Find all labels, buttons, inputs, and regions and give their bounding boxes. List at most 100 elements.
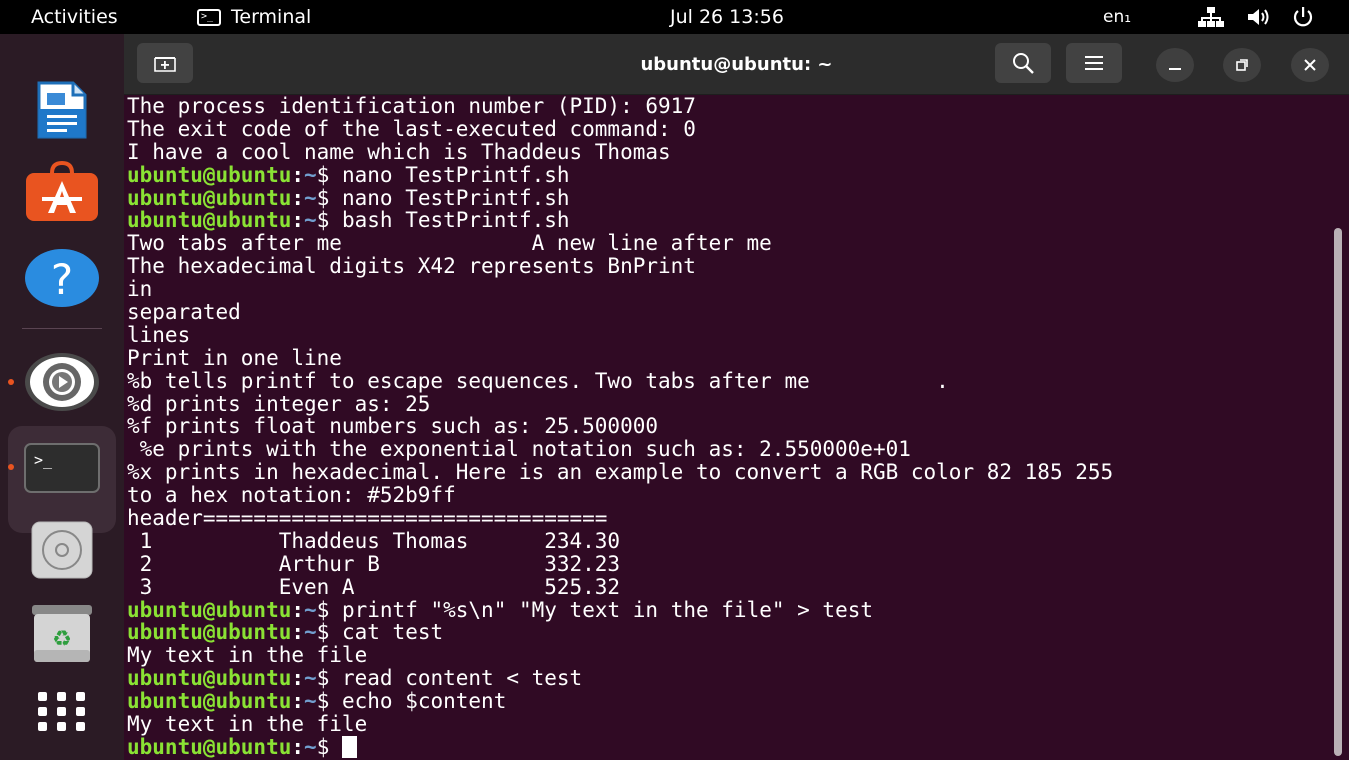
prompt-symbol: $ — [316, 666, 342, 691]
prompt-symbol: $ — [316, 689, 342, 714]
prompt-colon: : — [291, 162, 305, 187]
prompt-line: ubuntu@ubuntu:~$ cat test — [127, 621, 1327, 644]
output-text: header================================ — [127, 506, 608, 531]
output-text: %e prints with the exponential notation … — [127, 437, 911, 462]
output-text: The hexadecimal digits X42 represents Bn… — [127, 254, 696, 279]
command-text: bash TestPrintf.sh — [341, 208, 570, 233]
system-menu[interactable] — [1198, 0, 1314, 34]
output-text: The process identification number (PID):… — [127, 95, 696, 118]
output-line: %d prints integer as: 25 — [127, 391, 1327, 416]
menu-button[interactable] — [1066, 43, 1122, 83]
output-text: I have a cool name which is Thaddeus Tho… — [127, 139, 671, 164]
prompt-symbol: $ — [316, 208, 342, 233]
dock-item-help[interactable]: ? — [24, 240, 100, 316]
prompt-colon: : — [291, 734, 305, 759]
header-bar[interactable]: ubuntu@ubuntu: ~ — [124, 34, 1349, 95]
dock-item-disc[interactable] — [24, 512, 100, 588]
search-icon — [1013, 53, 1034, 74]
output-text: lines — [127, 322, 191, 347]
prompt-colon: : — [291, 185, 305, 210]
input-language-button[interactable]: en₁ — [1103, 0, 1131, 34]
dock-item-show-apps[interactable] — [24, 674, 100, 750]
ubuntu-software-icon — [26, 161, 98, 221]
prompt-user: ubuntu@ubuntu — [127, 597, 292, 622]
output-line: My text in the file — [127, 713, 1327, 736]
new-tab-button[interactable] — [137, 43, 193, 83]
output-text: %b tells printf to escape sequences. Two… — [127, 368, 949, 393]
clock-button[interactable]: Jul 26 13:56 — [670, 0, 784, 34]
output-line: lines — [127, 322, 1327, 347]
output-line: header================================ — [127, 507, 1327, 530]
new-tab-icon — [154, 57, 176, 72]
output-line: separated — [127, 301, 1327, 324]
dock-item-trash[interactable]: ♻ — [24, 596, 100, 672]
output-text: My text in the file — [127, 643, 368, 668]
close-button[interactable] — [1291, 48, 1329, 82]
output-text: %x prints in hexadecimal. Here is an exa… — [127, 460, 1114, 485]
volume-icon — [1248, 9, 1269, 25]
close-icon — [1304, 59, 1316, 71]
prompt-user: ubuntu@ubuntu — [127, 689, 292, 714]
maximize-button[interactable] — [1223, 48, 1261, 82]
dock-item-ubuntu-software[interactable] — [24, 154, 100, 230]
svg-text:?: ? — [51, 255, 73, 304]
dock-item-writer[interactable] — [24, 72, 100, 148]
command-text: read content < test — [341, 666, 583, 691]
output-text: in — [127, 277, 153, 302]
prompt-colon: : — [291, 597, 305, 622]
output-line: %x prints in hexadecimal. Here is an exa… — [127, 461, 1327, 484]
minimize-button[interactable] — [1156, 48, 1194, 82]
prompt-user: ubuntu@ubuntu — [127, 185, 292, 210]
activities-button[interactable]: Activities — [31, 0, 118, 34]
dock-item-terminal[interactable]: >_ — [24, 430, 100, 506]
help-icon: ? — [25, 249, 99, 307]
output-line: The process identification number (PID):… — [127, 95, 1327, 118]
output-line: 2 Arthur B 332.23 — [127, 552, 1327, 576]
output-line: Print in one line — [127, 346, 1327, 370]
output-text: separated — [127, 300, 241, 325]
clock-label: Jul 26 13:56 — [670, 6, 784, 28]
scrollbar[interactable] — [1334, 228, 1342, 756]
terminal-icon: >_ — [24, 443, 100, 493]
output-text: 3 Even A 525.32 — [127, 574, 621, 599]
text-cursor — [341, 735, 357, 758]
prompt-user: ubuntu@ubuntu — [127, 162, 292, 187]
app-menu-button[interactable]: >_ Terminal — [197, 0, 311, 34]
output-line: 1 Thaddeus Thomas 234.30 — [127, 528, 1327, 553]
dock: ? >_ ♻ — [0, 34, 124, 760]
output-text: %d prints integer as: 25 — [127, 391, 431, 416]
network-icon — [1198, 7, 1224, 27]
output-text: 1 Thaddeus Thomas 234.30 — [127, 528, 621, 553]
output-line: %f prints float numbers such as: 25.5000… — [127, 415, 1327, 438]
output-line: to a hex notation: #52b9ff — [127, 484, 1327, 507]
activities-label: Activities — [31, 6, 118, 28]
input-language-label: en₁ — [1103, 7, 1132, 27]
output-text: %f prints float numbers such as: 25.5000… — [127, 414, 659, 439]
prompt-user: ubuntu@ubuntu — [127, 620, 292, 645]
menu-icon — [1085, 56, 1103, 70]
prompt-path: ~ — [304, 597, 317, 622]
search-button[interactable] — [995, 43, 1051, 83]
prompt-colon: : — [291, 208, 305, 233]
prompt-user: ubuntu@ubuntu — [127, 734, 292, 759]
prompt-colon: : — [291, 689, 305, 714]
output-line: Two tabs after me A new line after me — [127, 232, 1327, 255]
prompt-line: ubuntu@ubuntu:~$ nano TestPrintf.sh — [127, 162, 1327, 187]
prompt-path: ~ — [304, 208, 317, 233]
output-text: to a hex notation: #52b9ff — [127, 483, 456, 508]
output-line: My text in the file — [127, 644, 1327, 667]
command-text: cat test — [341, 620, 444, 645]
terminal-output[interactable]: The process identification number (PID):… — [127, 95, 1327, 760]
output-line: in — [127, 278, 1327, 301]
prompt-symbol: $ — [316, 185, 342, 210]
prompt-path: ~ — [304, 620, 317, 645]
show-apps-icon — [38, 692, 85, 731]
power-icon — [1293, 7, 1313, 27]
dock-item-settings[interactable] — [24, 344, 100, 420]
prompt-path: ~ — [304, 689, 317, 714]
output-line: 3 Even A 525.32 — [127, 574, 1327, 599]
prompt-line: ubuntu@ubuntu:~$ nano TestPrintf.sh — [127, 185, 1327, 210]
maximize-icon — [1236, 59, 1248, 71]
running-indicator — [8, 379, 14, 385]
output-text: The exit code of the last-executed comma… — [127, 116, 696, 141]
